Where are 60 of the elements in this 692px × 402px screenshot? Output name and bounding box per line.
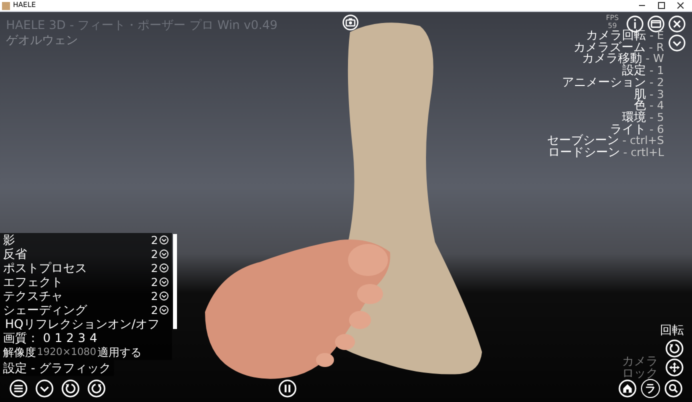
shortcut-hint: ロードシーン - crtl+L [548, 147, 664, 159]
chevron-down-icon [159, 305, 169, 315]
rotate-left-icon[interactable] [61, 379, 80, 398]
shortcut-hint: 環境 - 5 [622, 112, 664, 124]
setting-dropdown[interactable]: 2 [151, 290, 169, 302]
setting-label: 影 [3, 234, 15, 246]
shortcut-hint: カメラズーム - R [573, 42, 664, 54]
setting-label: シェーディング [3, 304, 87, 316]
camera-lock-label: カメラロック [622, 355, 659, 379]
setting-dropdown[interactable]: 2 [151, 234, 169, 246]
shortcut-hint: アニメーション - 2 [562, 76, 664, 89]
panel-title: 設定 - グラフィック [0, 360, 114, 376]
quality-option[interactable]: 3 [78, 332, 86, 344]
character-name: ゲオルウェン [6, 33, 79, 48]
app-logo-icon [2, 2, 10, 10]
setting-dropdown[interactable]: 2 [151, 262, 169, 274]
rotate-label: 回転 [660, 324, 684, 336]
search-icon[interactable] [664, 379, 683, 398]
camera-icon[interactable] [342, 14, 359, 31]
shortcut-hint: 色 - 4 [634, 100, 664, 112]
shortcut-hint: カメラ移動 - W [582, 53, 664, 66]
chevron-down-icon [159, 277, 169, 287]
rotate-right-icon[interactable] [87, 379, 106, 398]
quality-label: 画質： [3, 332, 39, 344]
close-icon[interactable] [677, 2, 684, 9]
resolution-value[interactable]: 1920×1080 [37, 346, 96, 358]
maximize-icon[interactable] [658, 2, 665, 9]
setting-dropdown[interactable]: 2 [151, 248, 169, 260]
chevron-down-icon [159, 263, 169, 273]
chevron-down-icon [159, 249, 169, 259]
home-icon[interactable] [618, 379, 637, 398]
shortcut-hint: 設定 - 1 [622, 65, 664, 77]
quality-option[interactable]: 2 [66, 332, 74, 344]
quality-option[interactable]: 4 [90, 332, 98, 344]
scrollbar-thumb[interactable] [173, 234, 177, 329]
setting-dropdown[interactable]: 2 [151, 276, 169, 288]
quality-option[interactable]: 0 [43, 332, 51, 344]
minimize-icon[interactable] [639, 2, 646, 9]
chevron-down-icon[interactable] [35, 379, 54, 398]
setting-label: テクスチャ [3, 290, 63, 302]
letter-button[interactable]: ラ [641, 379, 660, 398]
shortcut-hint: 肌 - 3 [634, 88, 664, 100]
chevron-down-icon[interactable] [668, 34, 686, 52]
shortcut-hint: セーブシーン - ctrl+S [546, 135, 664, 148]
shortcut-hint: ライト - 6 [610, 124, 664, 136]
apply-button[interactable]: 適用する [97, 346, 142, 358]
quality-option[interactable]: 1 [54, 332, 62, 344]
setting-dropdown[interactable]: 2 [151, 304, 169, 316]
resolution-label: 解像度 [3, 346, 36, 358]
menu-icon[interactable] [9, 379, 28, 398]
setting-label: 反省 [3, 248, 27, 260]
rotate-icon[interactable] [665, 339, 684, 358]
pause-icon[interactable] [278, 379, 297, 398]
setting-label: ポストプロセス [3, 262, 87, 274]
chevron-down-icon [159, 235, 169, 245]
reflection-toggle[interactable]: HQリフレクションオン/オフ [3, 318, 160, 330]
setting-label: エフェクト [3, 276, 63, 288]
chevron-down-icon [159, 291, 169, 301]
move-icon[interactable] [665, 358, 684, 377]
window-icon[interactable] [647, 15, 665, 33]
